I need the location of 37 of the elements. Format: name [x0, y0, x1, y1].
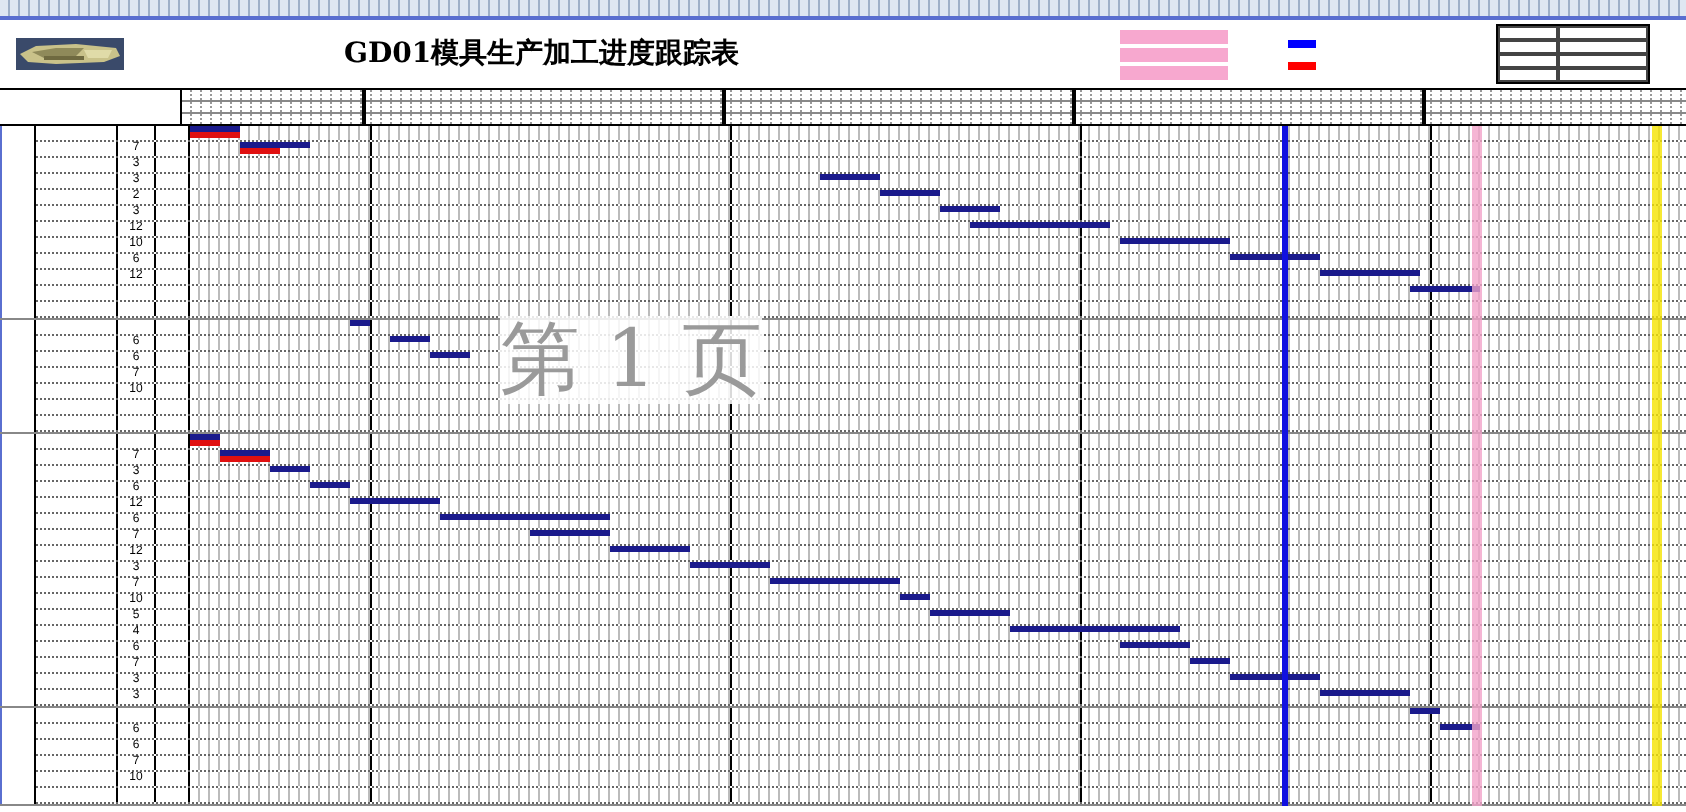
plan-bar [350, 498, 440, 504]
actual-bar [190, 440, 220, 446]
plan-bar [970, 222, 1110, 228]
plan-bar [690, 562, 770, 568]
plan-bar [1230, 674, 1320, 680]
plan-bar [240, 142, 310, 148]
plan-bar [1190, 658, 1230, 664]
plan-bar [1120, 238, 1230, 244]
plan-bar [190, 126, 240, 132]
plan-bar [940, 206, 1000, 212]
plan-bar [350, 320, 370, 326]
plan-bar [770, 578, 900, 584]
plan-bar [390, 336, 430, 342]
actual-bar [240, 148, 280, 154]
plan-bar [610, 546, 690, 552]
plan-bar [1120, 642, 1190, 648]
actual-bar [190, 132, 240, 138]
plan-bar [900, 594, 930, 600]
sheet-title: GD01模具生产加工进度跟踪表 [344, 36, 740, 72]
plan-bar [430, 352, 470, 358]
legend-panel [1119, 29, 1228, 79]
plan-bar [310, 482, 350, 488]
page-label: 第 1 页 [500, 316, 762, 404]
plan-bar [930, 610, 1010, 616]
plan-bar [1320, 270, 1420, 276]
plan-bar [270, 466, 310, 472]
plan-bar [880, 190, 940, 196]
plan-bar [820, 174, 880, 180]
plan-bar [190, 434, 220, 440]
plan-bar [220, 450, 270, 456]
plan-bar [1230, 254, 1320, 260]
plan-bar [1320, 690, 1410, 696]
group-cell [0, 320, 36, 432]
plan-bar [1410, 708, 1440, 714]
plan-bar [530, 530, 610, 536]
group-cell [0, 708, 36, 804]
actual-bar [220, 456, 270, 462]
